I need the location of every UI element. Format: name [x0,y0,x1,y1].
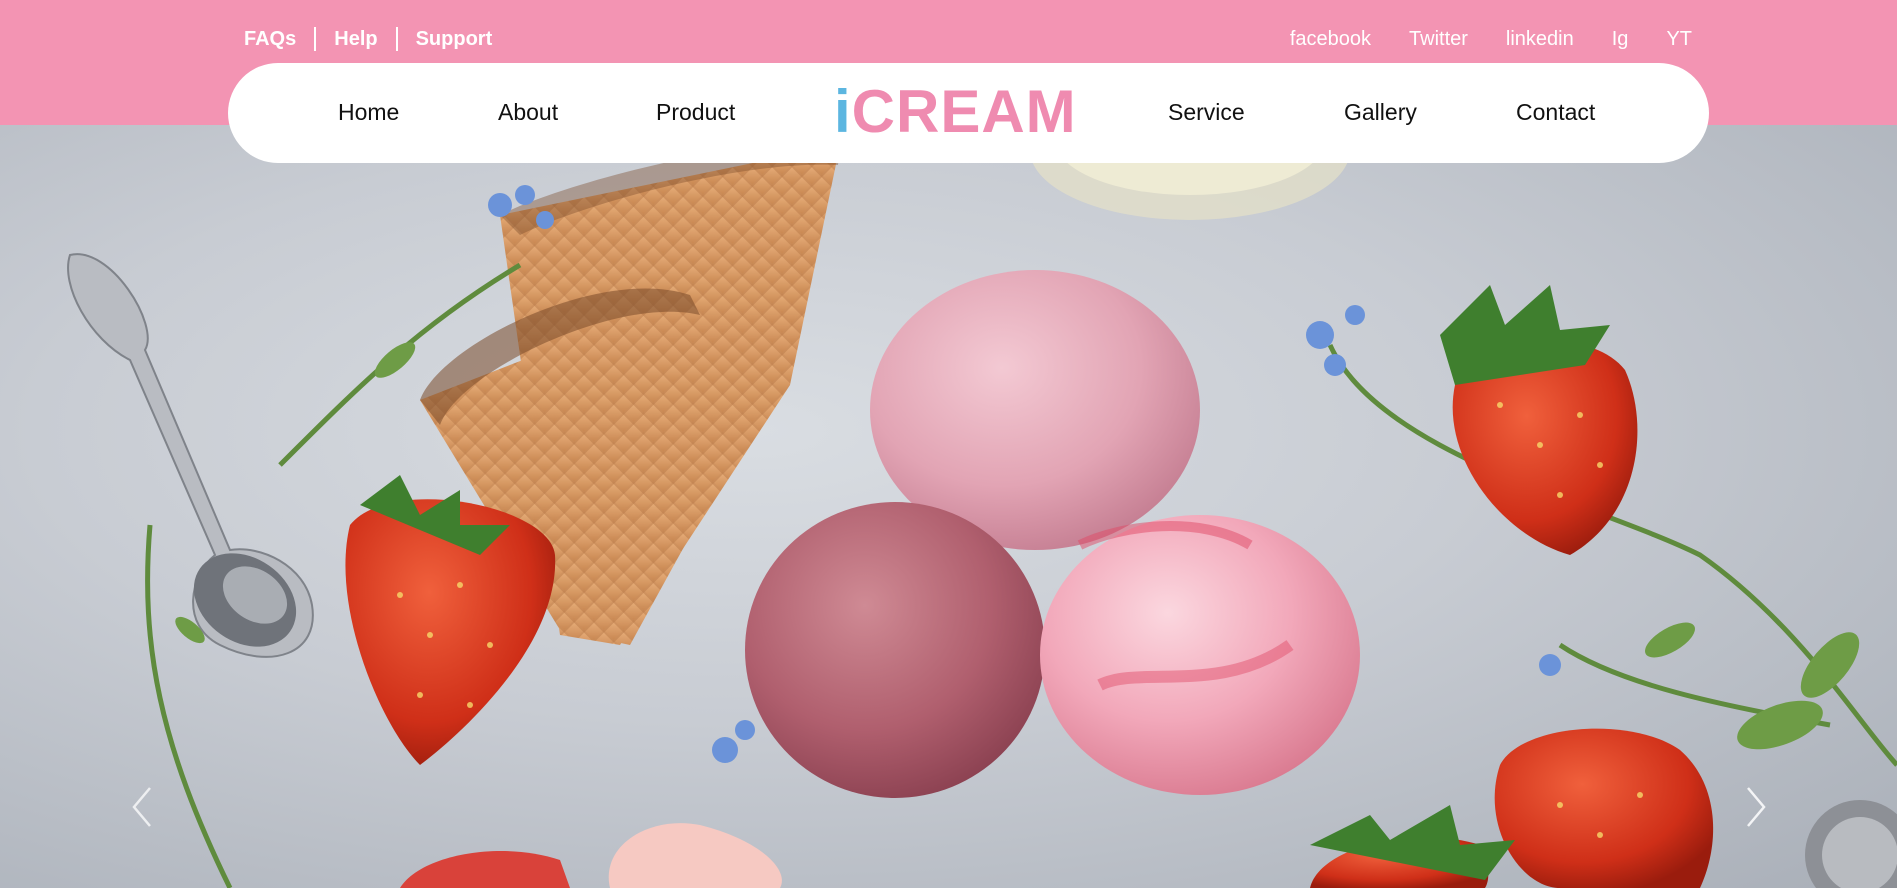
nav-about[interactable]: About [498,99,558,126]
faqs-link[interactable]: FAQs [244,28,296,51]
hero-carousel [0,125,1897,888]
nav-contact[interactable]: Contact [1516,99,1595,126]
divider [395,27,398,51]
divider [314,27,317,51]
instagram-link[interactable]: Ig [1612,28,1629,51]
social-links: facebook Twitter linkedin Ig YT [1290,28,1692,51]
top-links-left: FAQs Help Support [244,27,492,51]
nav-service[interactable]: Service [1168,99,1245,126]
youtube-link[interactable]: YT [1666,28,1692,51]
twitter-link[interactable]: Twitter [1409,28,1468,51]
chevron-right-icon [1747,787,1766,827]
hero-image [67,125,1897,888]
site-logo[interactable]: iCREAM [834,77,1077,147]
logo-letter-i: i [834,78,852,145]
linkedin-link[interactable]: linkedin [1506,28,1574,51]
nav-product[interactable]: Product [656,99,735,126]
facebook-link[interactable]: facebook [1290,28,1371,51]
help-link[interactable]: Help [334,28,377,51]
carousel-next-button[interactable] [1740,780,1770,834]
carousel-prev-button[interactable] [128,780,158,834]
support-link[interactable]: Support [416,28,493,51]
nav-gallery[interactable]: Gallery [1344,99,1417,126]
main-navbar: Home About Product iCREAM Service Galler… [228,63,1709,163]
nav-home[interactable]: Home [338,99,399,126]
chevron-left-icon [132,787,151,827]
logo-text: CREAM [851,78,1077,145]
